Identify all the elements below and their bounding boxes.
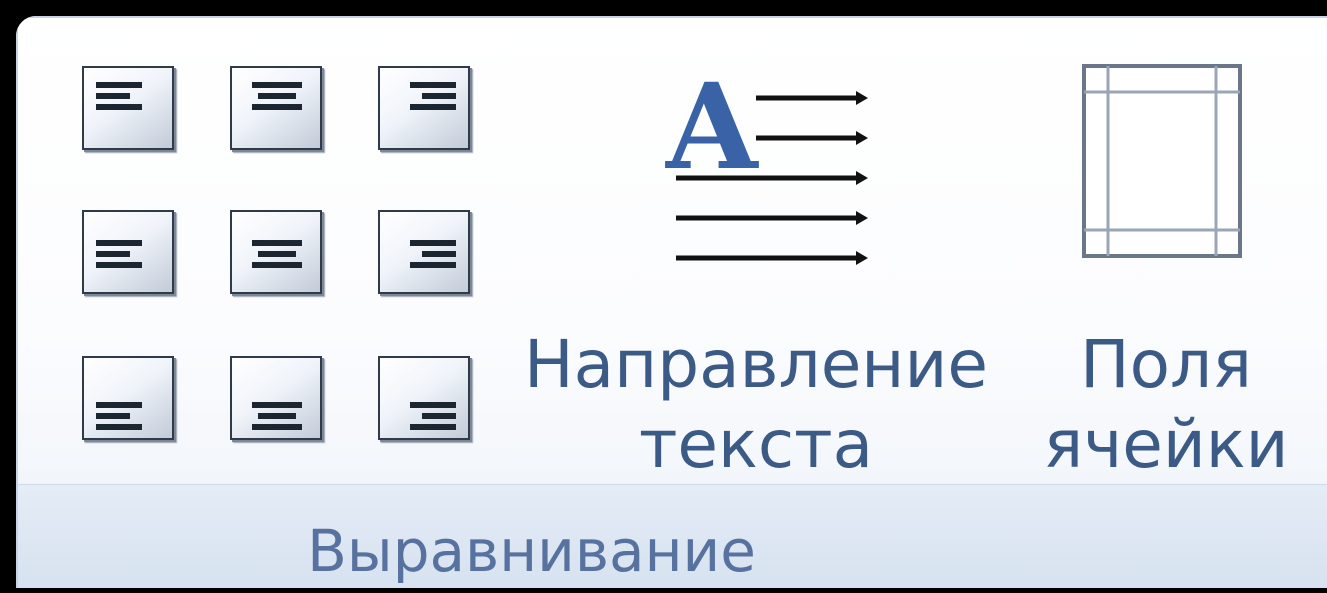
ribbon-group-alignment: A Направление текста Поля ячейки Выравни… (16, 16, 1327, 588)
align-bottom-left-button[interactable] (82, 356, 174, 440)
align-middle-center-button[interactable] (230, 210, 322, 294)
text-direction-icon: A (665, 57, 868, 265)
align-top-left-button[interactable] (82, 66, 174, 150)
text-direction-button[interactable]: A Направление текста (506, 36, 1006, 483)
group-title: Выравнивание (307, 517, 756, 585)
align-bottom-center-button[interactable] (230, 356, 322, 440)
window-frame: A Направление текста Поля ячейки Выравни… (16, 16, 1327, 588)
cell-margins-label-line1: Поля (1080, 326, 1252, 403)
align-middle-right-icon (410, 240, 456, 268)
align-top-center-button[interactable] (230, 66, 322, 150)
cell-margins-label-line2: ячейки (1043, 406, 1289, 483)
svg-text:A: A (665, 57, 759, 196)
align-bottom-right-icon (410, 402, 456, 430)
align-top-right-button[interactable] (378, 66, 470, 150)
align-bottom-left-icon (96, 402, 142, 430)
align-top-left-icon (96, 82, 142, 110)
align-middle-center-icon (252, 240, 302, 268)
align-bottom-right-button[interactable] (378, 356, 470, 440)
align-middle-left-icon (96, 240, 142, 268)
align-bottom-center-icon (252, 402, 302, 430)
text-direction-label-line2: текста (638, 406, 874, 483)
align-top-right-icon (410, 82, 456, 110)
align-middle-right-button[interactable] (378, 210, 470, 294)
cell-margins-icon (1082, 64, 1242, 258)
text-direction-label-line1: Направление (524, 326, 988, 403)
cell-margins-button[interactable]: Поля ячейки (1016, 36, 1316, 483)
align-middle-left-button[interactable] (82, 210, 174, 294)
align-top-center-icon (252, 82, 302, 110)
